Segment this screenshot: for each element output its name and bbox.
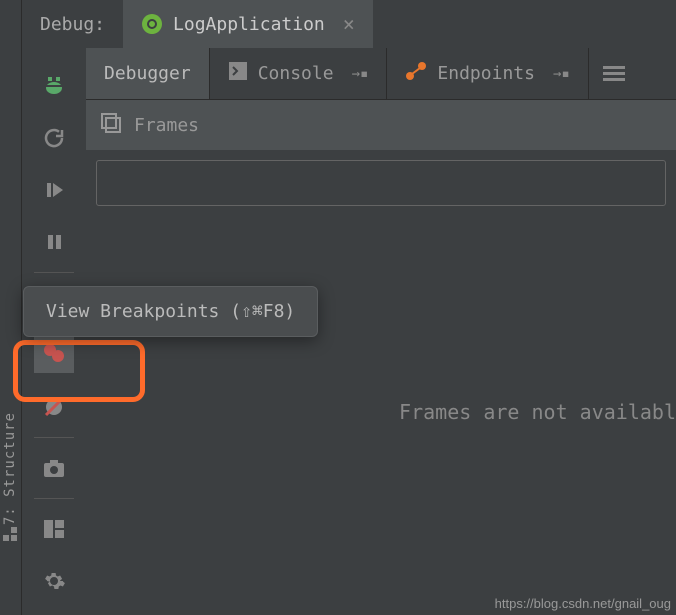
console-icon [228,61,248,86]
pause-button[interactable] [34,222,74,262]
endpoints-icon [405,61,427,86]
sidebar-divider [34,272,74,273]
thread-selector-dropdown[interactable] [96,160,666,206]
run-config-tab[interactable]: LogApplication × [123,0,373,48]
frames-title: Frames [134,115,199,136]
tabs-menu-button[interactable] [588,48,640,99]
close-icon[interactable]: × [343,12,355,36]
camera-button[interactable] [34,448,74,488]
layout-button[interactable] [34,509,74,549]
mute-breakpoints-button[interactable] [34,387,74,427]
debugger-panel-tabs: Debugger Console →▪ Endpoints →▪ [86,48,676,100]
pin-icon[interactable]: →▪ [553,66,570,82]
debug-restart-button[interactable] [34,66,74,106]
tab-label: Debugger [104,63,191,84]
debug-panel-label: Debug: [22,0,123,48]
tab-label: Console [258,63,334,84]
view-breakpoints-button[interactable] [34,333,74,373]
sidebar-divider [34,498,74,499]
resume-button[interactable] [34,170,74,210]
tab-label: Endpoints [437,63,535,84]
spring-boot-icon [141,13,163,35]
frames-empty-message: Frames are not availabl [399,400,676,424]
pin-icon[interactable]: →▪ [352,66,369,82]
tab-console[interactable]: Console →▪ [209,48,387,99]
structure-icon [3,526,17,545]
settings-button[interactable] [34,561,74,601]
rerun-button[interactable] [34,118,74,158]
structure-gutter[interactable]: 7: Structure [0,0,22,615]
sidebar-divider [34,437,74,438]
frames-header: Frames [86,100,676,150]
tab-endpoints[interactable]: Endpoints →▪ [386,48,587,99]
debug-config-tabs: Debug: LogApplication × [22,0,676,48]
view-breakpoints-tooltip: View Breakpoints (⇧⌘F8) [23,286,318,337]
structure-panel-label[interactable]: 7: Structure [2,412,18,525]
frames-icon [100,112,122,139]
run-config-name: LogApplication [173,14,325,35]
frames-area: Frames are not availabl [86,150,676,615]
tab-debugger[interactable]: Debugger [86,48,209,99]
watermark: https://blog.csdn.net/gnail_oug [495,596,671,611]
